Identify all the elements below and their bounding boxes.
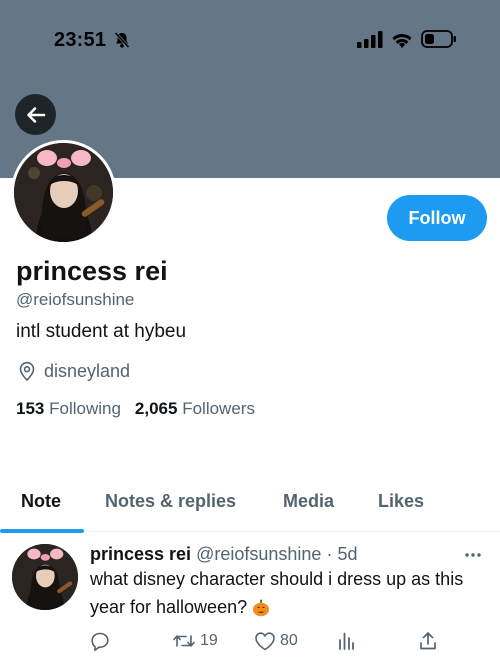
following-label: Following	[49, 399, 121, 418]
avatar-photo	[12, 544, 78, 610]
like-count: 80	[280, 632, 298, 649]
followers-count: 2,065	[134, 399, 178, 418]
follow-button[interactable]: Follow	[387, 195, 487, 241]
back-button[interactable]	[15, 94, 56, 135]
profile-avatar[interactable]	[11, 140, 116, 245]
analytics-button[interactable]	[336, 631, 356, 651]
signal-icon	[357, 31, 383, 48]
tweet-header: princess rei @reiofsunshine · 5d	[90, 544, 357, 565]
profile-tabs: Note Notes & replies Media Likes	[0, 480, 500, 533]
retweet-icon	[173, 635, 195, 647]
share-icon	[420, 632, 436, 650]
following-link[interactable]: 153 Following	[16, 399, 121, 418]
profile-location: disneyland	[44, 361, 131, 381]
heart-icon	[255, 632, 275, 651]
tweet-separator: ·	[326, 544, 333, 564]
profile-handle: @reiofsunshine	[16, 290, 135, 309]
bell-slash-icon	[114, 31, 130, 49]
tweet-actions: 19 80	[0, 631, 500, 655]
battery-icon	[421, 30, 456, 48]
profile-bio: intl student at hybeu	[16, 321, 187, 342]
retweet-button[interactable]: 19	[172, 631, 218, 651]
location-pin-icon	[19, 361, 35, 381]
reply-button[interactable]	[90, 631, 110, 651]
display-name: princess rei	[16, 256, 168, 286]
follow-stats: 153 Following 2,065 Followers	[16, 399, 255, 419]
more-options-icon[interactable]	[463, 545, 483, 565]
arrow-left-icon	[26, 106, 45, 123]
avatar-photo	[14, 143, 113, 242]
tweet-time[interactable]: 5d	[337, 544, 357, 564]
wifi-icon	[392, 33, 412, 48]
like-button[interactable]: 80	[254, 631, 298, 651]
tab-likes[interactable]: Likes	[378, 491, 424, 512]
tweet[interactable]: princess rei @reiofsunshine · 5d what di…	[0, 533, 500, 665]
tweet-text-content: what disney character should i dress up …	[90, 569, 464, 617]
tweet-avatar[interactable]	[12, 544, 78, 610]
retweet-count: 19	[200, 632, 218, 649]
following-count: 153	[16, 399, 45, 418]
share-button[interactable]	[418, 631, 438, 651]
tab-notes-and-replies[interactable]: Notes & replies	[105, 491, 236, 512]
status-bar: 23:51	[0, 0, 500, 80]
status-time: 23:51	[54, 29, 107, 51]
tab-media[interactable]: Media	[283, 491, 334, 512]
tweet-author-handle[interactable]: @reiofsunshine	[196, 544, 321, 564]
tweet-text: what disney character should i dress up …	[90, 565, 470, 621]
reply-icon	[91, 632, 109, 651]
analytics-icon	[339, 632, 354, 650]
followers-label: Followers	[182, 399, 255, 418]
jack-o-lantern-icon	[253, 599, 270, 617]
tweet-author-name[interactable]: princess rei	[90, 544, 191, 564]
tab-note[interactable]: Note	[21, 491, 61, 512]
followers-link[interactable]: 2,065 Followers	[135, 399, 255, 418]
